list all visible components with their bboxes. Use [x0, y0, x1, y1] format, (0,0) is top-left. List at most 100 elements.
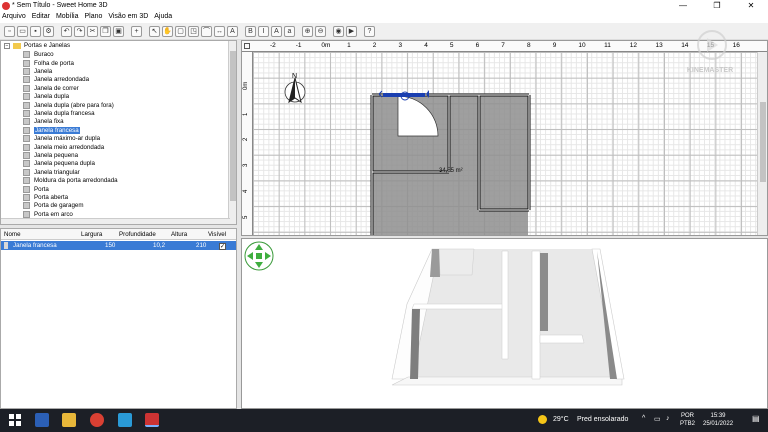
catalog-item[interactable]: Janela pequena: [23, 151, 78, 159]
preferences-icon[interactable]: ⚙: [43, 25, 54, 37]
catalog-item[interactable]: Janela meio arredondada: [23, 143, 104, 151]
catalog-item-label: Porta: [34, 185, 49, 193]
plan-scrollbar[interactable]: [757, 52, 767, 235]
ruler-top-label: 8: [527, 42, 531, 49]
catalog-item[interactable]: Porta de garagem: [23, 202, 84, 210]
catalog-scrollbar[interactable]: [228, 41, 236, 224]
catalog-item[interactable]: Janela dupla francesa: [23, 109, 95, 117]
menu-arquivo[interactable]: Arquivo: [0, 12, 28, 20]
table-row[interactable]: Janela francesa 150 10,2 210 ✓: [1, 241, 236, 250]
open-icon[interactable]: ▭: [17, 25, 28, 37]
tray-chevron-icon[interactable]: ^: [642, 415, 645, 422]
catalog-item[interactable]: Janela de correr: [23, 84, 79, 92]
collapse-icon[interactable]: −: [4, 42, 10, 49]
maximize-button[interactable]: ❐: [700, 0, 734, 12]
menu-visao-3d[interactable]: Visão em 3D: [106, 12, 150, 20]
zoom-out-icon[interactable]: ⊖: [315, 25, 326, 37]
column-width[interactable]: Largura: [81, 231, 102, 238]
save-icon[interactable]: ▪: [30, 25, 41, 37]
app-icon: [2, 2, 10, 10]
text-larger-icon[interactable]: A: [271, 25, 282, 37]
catalog-item[interactable]: Janela arredondada: [23, 76, 89, 84]
catalog-item-label: Janela arredondada: [34, 76, 90, 84]
word-icon[interactable]: [35, 413, 49, 427]
undo-icon[interactable]: ↶: [61, 25, 72, 37]
network-icon[interactable]: ▭: [654, 415, 661, 423]
menu-mobilia[interactable]: Mobília: [54, 12, 81, 20]
sweet-home-3d-icon[interactable]: [145, 413, 159, 427]
create-polylines-icon[interactable]: ⌒: [201, 25, 212, 37]
add-text-icon[interactable]: A: [227, 25, 238, 37]
catalog-item[interactable]: Porta aberta: [23, 193, 68, 201]
ruler-left-label: 1: [243, 112, 249, 116]
video-app-icon[interactable]: [118, 413, 132, 427]
file-explorer-icon[interactable]: [62, 413, 76, 427]
catalog-item[interactable]: Buraco: [23, 51, 54, 59]
notifications-icon[interactable]: ▤: [752, 414, 760, 423]
catalog-hscrollbar[interactable]: [1, 218, 230, 224]
weather-text[interactable]: Pred ensolarado: [577, 416, 628, 423]
select-icon[interactable]: ↖: [149, 25, 160, 37]
create-walls-icon[interactable]: ▢: [175, 25, 186, 37]
furniture-thumbnail-icon: [23, 84, 30, 92]
copy-icon[interactable]: ❐: [100, 25, 111, 37]
catalog-item-label: Janela francesa: [34, 126, 80, 134]
ruler-top-label: 0m: [321, 42, 331, 49]
ruler-top-label: -2: [270, 42, 276, 49]
pan-icon[interactable]: ✋: [162, 25, 173, 37]
catalog-item[interactable]: Janela máximo-ar dupla: [23, 135, 100, 143]
catalog-item-label: Janela pequena: [34, 151, 79, 159]
catalog-item-label: Buraco: [34, 51, 54, 59]
text-italic-icon[interactable]: I: [258, 25, 269, 37]
catalog-item[interactable]: Folha de porta: [23, 59, 74, 67]
catalog-item[interactable]: Janela dupla (abre para fora): [23, 101, 114, 109]
column-height[interactable]: Altura: [171, 231, 187, 238]
house-3d-model: [244, 241, 625, 386]
text-bold-icon[interactable]: B: [245, 25, 256, 37]
furniture-thumbnail-icon: [23, 193, 30, 201]
view-3d[interactable]: [241, 238, 768, 409]
column-visible[interactable]: Visível: [208, 231, 226, 238]
redo-icon[interactable]: ↷: [74, 25, 85, 37]
add-furniture-icon[interactable]: +: [131, 25, 142, 37]
clock[interactable]: 15:39 25/01/2022: [703, 412, 733, 428]
start-icon[interactable]: [8, 413, 22, 427]
menu-plano[interactable]: Plano: [82, 12, 104, 20]
visible-checkbox[interactable]: ✓: [219, 243, 226, 250]
catalog-item[interactable]: Janela dupla: [23, 93, 69, 101]
close-button[interactable]: ✕: [734, 0, 768, 12]
menu-editar[interactable]: Editar: [30, 12, 52, 20]
weather-temp[interactable]: 29°C: [553, 416, 569, 423]
paste-icon[interactable]: ▣: [113, 25, 124, 37]
furniture-thumbnail-icon: [23, 126, 30, 134]
column-depth[interactable]: Profundidade: [119, 231, 156, 238]
new-file-icon[interactable]: ▫: [4, 25, 15, 37]
zoom-in-icon[interactable]: ⊕: [302, 25, 313, 37]
chrome-icon[interactable]: [90, 413, 104, 427]
catalog-item[interactable]: Porta: [23, 185, 49, 193]
catalog-item[interactable]: Janela fixa: [23, 118, 64, 126]
ruler-left-label: 5: [243, 215, 249, 219]
menu-bar: Arquivo Editar Mobília Plano Visão em 3D…: [0, 12, 768, 23]
language-indicator[interactable]: POR PTB2: [680, 412, 695, 428]
menu-ajuda[interactable]: Ajuda: [152, 12, 174, 20]
column-name[interactable]: Nome: [4, 231, 21, 238]
create-dimensions-icon[interactable]: ↔: [214, 25, 225, 37]
cut-icon[interactable]: ✂: [87, 25, 98, 37]
weather-icon[interactable]: [538, 415, 547, 424]
catalog-item[interactable]: Janela: [23, 67, 52, 75]
volume-icon[interactable]: ♪: [666, 415, 670, 422]
create-video-icon[interactable]: ▶: [346, 25, 357, 37]
catalog-item[interactable]: Moldura da porta arredondada: [23, 177, 118, 185]
catalog-item[interactable]: Janela pequena dupla: [23, 160, 95, 168]
text-smaller-icon[interactable]: a: [284, 25, 295, 37]
help-icon[interactable]: ?: [364, 25, 375, 37]
catalog-item[interactable]: Janela francesa: [23, 126, 80, 134]
window-title: * Sem Título - Sweet Home 3D: [12, 2, 108, 9]
create-rooms-icon[interactable]: ◳: [188, 25, 199, 37]
create-photo-icon[interactable]: ◉: [333, 25, 344, 37]
ruler-top-label: 5: [449, 42, 454, 49]
catalog-category[interactable]: − Portas e Janelas: [4, 42, 70, 49]
catalog-item[interactable]: Janela triangular: [23, 168, 80, 176]
minimize-button[interactable]: —: [666, 0, 700, 12]
